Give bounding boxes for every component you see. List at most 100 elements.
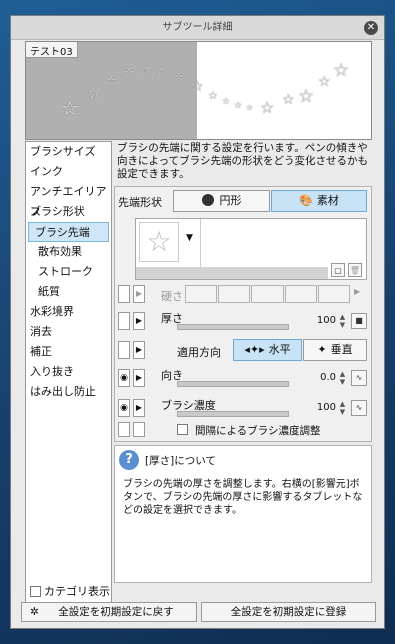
direction-expand-icon[interactable]: ▶ (133, 341, 145, 359)
tip-shape-circle-button[interactable]: 円形 (173, 190, 270, 212)
orientation-visibility-eye-icon[interactable]: ◉ (118, 369, 130, 387)
brush-density-value[interactable]: 100 (300, 402, 336, 413)
category-description: ブラシの先端に関する設定を行います。ペンの傾きや向きによってブラシ先端の形状をど… (117, 142, 368, 180)
direction-apply-row: ▶ 適用方向 ◂✦▸ 水平 ✦ 垂直 (115, 339, 371, 363)
hardness-expand-icon[interactable]: ▶ (133, 285, 145, 303)
interval-visibility-toggle[interactable] (118, 422, 130, 437)
help-tip-body: ブラシの先端の厚さを調整します。右横の[影響元]ボタンで、ブラシの先端の厚さに影… (123, 479, 363, 516)
direction-horizontal-button[interactable]: ◂✦▸ 水平 (233, 339, 302, 361)
material-divider (200, 219, 201, 267)
preview-label: テスト03 (26, 42, 78, 58)
thickness-row: ▶ 厚さ 100 ▲ ▼ ■ (115, 312, 371, 334)
interval-lock-toggle[interactable] (133, 422, 145, 437)
direction-visibility-toggle[interactable] (118, 341, 130, 359)
settings-panel: ブラシの先端に関する設定を行います。ペンの傾きや向きによってブラシ先端の形状をど… (114, 141, 372, 603)
thickness-expand-icon[interactable]: ▶ (133, 312, 145, 330)
category-correction[interactable]: 補正 (26, 342, 111, 362)
category-starts-ends[interactable]: 入り抜き (26, 362, 111, 382)
brush-density-row: ◉ ▶ ブラシ濃度 100 ▲ ▼ ∿ (115, 399, 371, 421)
interval-density-row: 間隔によるブラシ濃度調整 (115, 422, 371, 440)
material-list[interactable]: ☆ ▼ ▢ 🗑 (135, 218, 367, 280)
orientation-value[interactable]: 0.0 (300, 372, 336, 383)
category-paper-texture[interactable]: 紙質 (26, 282, 111, 302)
material-dropdown-icon[interactable]: ▼ (186, 233, 193, 243)
star-icon: ☆ (123, 66, 135, 81)
star-icon: ☆ (106, 74, 117, 88)
orientation-slider[interactable] (177, 381, 289, 387)
window-title: サブツール詳細 (162, 22, 233, 33)
thickness-spinner[interactable]: ▲ ▼ (338, 313, 347, 329)
hardness-next-icon[interactable]: ▶ (354, 287, 360, 296)
hardness-row: ▶ 硬さ ▶ (115, 285, 371, 305)
material-icon: 🎨 (299, 194, 313, 207)
star-icon: ☆ (246, 103, 254, 112)
star-icon: ☆ (140, 63, 151, 77)
help-question-icon: ? (119, 450, 139, 470)
star-icon: ☆ (208, 89, 218, 102)
density-expand-icon[interactable]: ▶ (133, 399, 145, 417)
material-scrollbar[interactable] (136, 267, 328, 279)
help-tip-box: ? [厚さ]について ブラシの先端の厚さを調整します。右横の[影響元]ボタンで、… (114, 445, 372, 583)
category-ink[interactable]: インク (26, 162, 111, 182)
tip-shape-material-label: 素材 (316, 194, 339, 207)
category-display-checkbox[interactable] (30, 586, 41, 597)
vertical-arrows-icon: ✦ (317, 343, 327, 356)
star-icon: ☆ (318, 74, 331, 90)
orientation-expand-icon[interactable]: ▶ (133, 369, 145, 387)
delete-material-icon[interactable]: 🗑 (348, 263, 362, 277)
reset-spinner-icon: ✲ (30, 606, 39, 618)
star-icon: ☆ (282, 92, 295, 108)
category-overflow-prevention[interactable]: はみ出し防止 (26, 382, 111, 402)
title-bar: サブツール詳細 ✕ (11, 16, 384, 40)
hardness-levels[interactable] (185, 285, 351, 303)
category-antialias[interactable]: アンチエイリアス (26, 182, 111, 218)
category-brush-size[interactable]: ブラシサイズ (26, 142, 111, 162)
star-icon: ☆ (333, 60, 350, 81)
orientation-row: ◉ ▶ 向き 0.0 ▲ ▼ ∿ (115, 369, 371, 391)
direction-vertical-button[interactable]: ✦ 垂直 (303, 339, 367, 361)
star-icon: ☆ (222, 97, 231, 107)
tip-shape-material-button[interactable]: 🎨 素材 (271, 190, 367, 212)
help-tip-title: [厚さ]について (145, 455, 216, 467)
density-visibility-eye-icon[interactable]: ◉ (118, 399, 130, 417)
reset-all-settings-label: 全設定を初期設定に戻す (58, 606, 174, 618)
bottom-toolbar: ✲ 全設定を初期設定に戻す 全設定を初期設定に登録 (21, 602, 376, 624)
direction-horizontal-label: 水平 (268, 343, 291, 356)
direction-apply-label: 適用方向 (177, 346, 221, 359)
category-erase[interactable]: 消去 (26, 322, 111, 342)
category-list: ブラシサイズ インク アンチエイリアス ブラシ形状 ブラシ先端 散布効果 ストロ… (25, 141, 112, 603)
category-display-toggle[interactable]: カテゴリ表示 (26, 582, 111, 602)
brush-density-spinner[interactable]: ▲ ▼ (338, 400, 347, 416)
horizontal-arrows-icon: ◂✦▸ (244, 343, 265, 356)
category-stroke[interactable]: ストローク (26, 262, 111, 282)
material-thumbnail-star-icon[interactable]: ☆ (139, 222, 179, 262)
brush-density-slider[interactable] (177, 411, 289, 417)
star-icon: ☆ (88, 86, 101, 102)
orientation-influence-icon[interactable]: ∿ (351, 370, 367, 386)
star-icon: ☆ (260, 98, 275, 117)
thickness-value[interactable]: 100 (300, 315, 336, 326)
thickness-slider[interactable] (177, 324, 289, 330)
hardness-visibility-toggle[interactable] (118, 285, 130, 303)
reset-all-settings-button[interactable]: ✲ 全設定を初期設定に戻す (21, 602, 197, 622)
star-icon: ☆ (156, 64, 167, 78)
category-brush-tip[interactable]: ブラシ先端 (28, 222, 109, 242)
direction-vertical-label: 垂直 (330, 343, 353, 356)
star-icon: ☆ (298, 86, 315, 107)
close-icon[interactable]: ✕ (364, 21, 378, 35)
thickness-pressure-icon[interactable]: ■ (351, 313, 367, 329)
star-icon: ☆ (174, 70, 184, 83)
category-brush-shape[interactable]: ブラシ形状 (26, 202, 111, 222)
orientation-spinner[interactable]: ▲ ▼ (338, 370, 347, 386)
register-default-settings-button[interactable]: 全設定を初期設定に登録 (201, 602, 376, 622)
brush-density-influence-icon[interactable]: ∿ (351, 400, 367, 416)
category-watercolor-edge[interactable]: 水彩境界 (26, 302, 111, 322)
interval-density-checkbox[interactable] (177, 424, 188, 435)
sub-tool-detail-window: サブツール詳細 ✕ テスト03 ☆ ☆ ☆ ☆ ☆ ☆ ☆ ☆ ☆ ☆ ☆ ☆ … (10, 15, 385, 629)
category-spray-effect[interactable]: 散布効果 (26, 242, 111, 262)
tip-shape-circle-label: 円形 (219, 194, 242, 207)
add-material-icon[interactable]: ▢ (331, 263, 345, 277)
star-icon: ☆ (61, 96, 79, 120)
tip-shape-label: 先端形状 (118, 196, 162, 209)
thickness-visibility-toggle[interactable] (118, 312, 130, 330)
